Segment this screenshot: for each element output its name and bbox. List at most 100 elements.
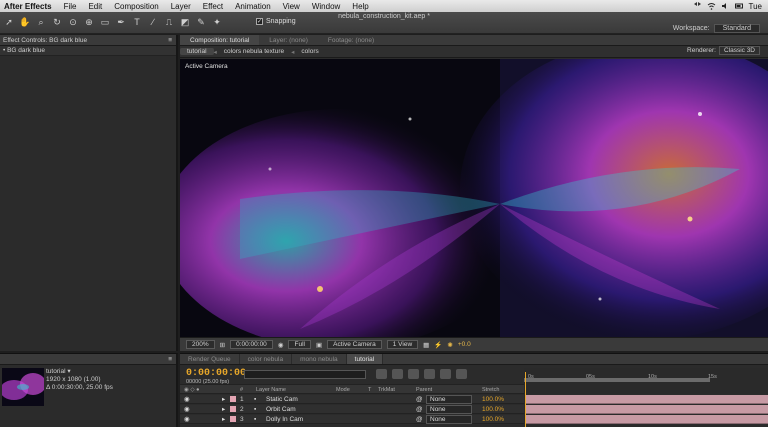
motion-blur-icon[interactable] [440,369,451,379]
parent-pick-whip-icon[interactable]: @ [416,395,423,404]
menu-edit[interactable]: Edit [82,2,108,11]
pen-tool-icon[interactable]: ✒ [114,15,128,29]
effect-controls-tab[interactable]: Effect Controls: BG dark blue ≡ [0,35,176,46]
frame-blending-icon[interactable] [424,369,435,379]
label-color-swatch[interactable] [230,406,236,412]
camera-tool-icon[interactable]: ⊙ [66,15,80,29]
snapping-toggle[interactable]: ✓ Snapping [256,18,296,25]
roto-brush-tool-icon[interactable]: ✎ [194,15,208,29]
selection-tool-icon[interactable]: ➚ [2,15,16,29]
tab-layer[interactable]: Layer: (none) [259,35,318,45]
tab-mono-nebula[interactable]: mono nebula [292,354,347,364]
renderer-value[interactable]: Classic 3D [718,46,760,55]
layer-search-input[interactable] [244,370,366,379]
timeline-layer-row[interactable]: ◉ ▸ 1 ▪ Static Cam @ None 100.0% [180,395,524,404]
menu-effect[interactable]: Effect [197,2,229,11]
draft-3d-icon[interactable] [392,369,403,379]
layer-duration-bar[interactable] [526,395,768,404]
layer-name[interactable]: Static Cam [266,395,298,404]
menu-view[interactable]: View [277,2,306,11]
label-color-swatch[interactable] [230,396,236,402]
tab-footage[interactable]: Footage: (none) [318,35,384,45]
stretch-value[interactable]: 100.0% [482,395,504,404]
rotate-tool-icon[interactable]: ↻ [50,15,64,29]
layer-name[interactable]: Dolly In Cam [266,415,303,424]
eye-icon[interactable]: ◉ [184,395,190,404]
eye-icon[interactable]: ◉ [184,415,190,424]
stretch-value[interactable]: 100.0% [482,415,504,424]
expand-arrow-icon[interactable]: ▸ [222,405,225,414]
comp-mini-flowchart-icon[interactable] [376,369,387,379]
eraser-tool-icon[interactable]: ◩ [178,15,192,29]
shy-layers-icon[interactable] [408,369,419,379]
timeline-layer-row[interactable]: ◉ ▸ 3 ▪ Dolly In Cam @ None 100.0% [180,415,524,424]
safe-zones-icon[interactable]: ⊞ [220,341,225,349]
grid-icon[interactable]: ▦ [423,341,429,349]
layer-duration-bar[interactable] [526,415,768,424]
project-tab[interactable]: ≡ [0,354,176,365]
breadcrumb-colors[interactable]: colors [294,48,325,55]
dropbox-icon[interactable] [693,2,702,10]
menu-help[interactable]: Help [346,2,374,11]
battery-icon[interactable] [734,2,744,10]
camera-view-dropdown[interactable]: Active Camera [327,340,382,349]
composition-viewer[interactable]: Active Camera [180,59,768,337]
timeline-layer-row[interactable]: ◉ ▸ 2 ▪ Orbit Cam @ None 100.0% [180,405,524,414]
clock[interactable]: Tue [749,2,763,11]
clone-stamp-tool-icon[interactable]: ⎍ [162,15,176,29]
panel-menu-icon[interactable]: ≡ [168,354,172,365]
puppet-tool-icon[interactable]: ✦ [210,15,224,29]
snapshot-icon[interactable]: ◉ [278,341,284,349]
tab-composition[interactable]: Composition: tutorial [180,35,260,45]
menu-file[interactable]: File [58,2,83,11]
label-color-swatch[interactable] [230,416,236,422]
composition-name[interactable]: tutorial ▾ [46,368,113,376]
tab-tutorial[interactable]: tutorial [346,354,384,364]
breadcrumb-colors-nebula-texture[interactable]: colors nebula texture [217,48,291,55]
menu-window[interactable]: Window [306,2,346,11]
exposure-value[interactable]: +0.0 [458,341,471,348]
exposure-icon[interactable]: ✺ [447,341,452,349]
parent-pick-whip-icon[interactable]: @ [416,415,423,424]
workspace-selector[interactable]: Workspace: Standard [673,24,760,33]
brush-tool-icon[interactable]: ∕ [146,15,160,29]
menu-composition[interactable]: Composition [108,2,164,11]
menu-animation[interactable]: Animation [229,2,277,11]
expand-arrow-icon[interactable]: ▸ [222,395,225,404]
view-layout-dropdown[interactable]: 1 View [386,340,419,349]
tab-render-queue[interactable]: Render Queue [180,354,240,364]
expand-arrow-icon[interactable]: ▸ [222,415,225,424]
app-menu[interactable]: After Effects [0,2,58,11]
parent-dropdown[interactable]: None [426,415,472,424]
menu-layer[interactable]: Layer [165,2,197,11]
zoom-tool-icon[interactable]: ⌕ [34,15,48,29]
breadcrumb-tutorial[interactable]: tutorial [180,48,214,55]
parent-dropdown[interactable]: None [426,395,472,404]
parent-dropdown[interactable]: None [426,405,472,414]
layer-name[interactable]: Orbit Cam [266,405,296,414]
effect-layer-row[interactable]: • BG dark blue [0,46,176,56]
fast-preview-icon[interactable]: ⚡ [434,341,442,349]
current-time-field[interactable]: 0:00:00:00 [230,340,273,349]
volume-icon[interactable] [721,2,730,10]
current-time-display[interactable]: 0:00:00:00 [186,368,246,379]
checkbox-icon[interactable]: ✓ [256,18,263,25]
pan-behind-tool-icon[interactable]: ⊕ [82,15,96,29]
tab-color-nebula[interactable]: color nebula [240,354,293,364]
magnification-dropdown[interactable]: 200% [186,340,215,349]
mask-tool-icon[interactable]: ▭ [98,15,112,29]
stretch-value[interactable]: 100.0% [482,405,504,414]
resolution-dropdown[interactable]: Full [288,340,311,349]
work-area-bar[interactable] [524,378,710,382]
layer-duration-bar[interactable] [526,405,768,414]
eye-icon[interactable]: ◉ [184,405,190,414]
hand-tool-icon[interactable]: ✋ [18,15,32,29]
parent-pick-whip-icon[interactable]: @ [416,405,423,414]
type-tool-icon[interactable]: T [130,15,144,29]
panel-menu-icon[interactable]: ≡ [168,35,172,46]
region-of-interest-icon[interactable]: ▣ [316,341,322,349]
workspace-value[interactable]: Standard [713,24,760,33]
renderer-selector[interactable]: Renderer: Classic 3D [687,46,760,55]
graph-editor-icon[interactable] [456,369,467,379]
wifi-icon[interactable] [707,2,716,10]
